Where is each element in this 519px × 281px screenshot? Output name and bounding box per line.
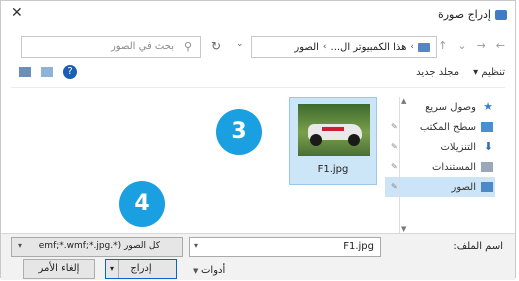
cancel-button[interactable]: إلغاء الأمر — [23, 259, 95, 279]
dialog-footer: اسم الملف: F1.jpg ▾ كل الصور (*.emf;*.wm… — [1, 233, 515, 280]
help-icon[interactable]: ? — [63, 65, 77, 79]
sidebar-item-label: الصور — [451, 181, 477, 193]
tools-dropdown-icon[interactable]: ▼ — [193, 267, 198, 275]
search-icon: ⚲ — [183, 40, 192, 53]
file-type-select[interactable]: كل الصور (*.emf;*.wmf;*.jpg ▾ — [11, 237, 183, 257]
step-badge-4: 4 — [119, 181, 165, 227]
sidebar-item-label: التنزيلات — [440, 141, 476, 153]
preview-pane-icon[interactable] — [41, 67, 53, 77]
breadcrumb-pictures[interactable]: الصور — [294, 42, 319, 53]
organize-button[interactable]: تنظيم ▾ — [473, 67, 505, 78]
file-name: F1.jpg — [317, 164, 349, 175]
sidebar-item-label: وصول سريع — [425, 101, 476, 113]
breadcrumb-this-pc[interactable]: هذا الكمبيوتر ال... — [331, 42, 407, 53]
filename-label: اسم الملف: — [453, 241, 503, 252]
sidebar-item-label: المستندات — [431, 161, 476, 173]
change-view-icon[interactable] — [19, 67, 31, 77]
file-type-value: كل الصور (*.emf;*.wmf;*.jpg — [38, 241, 160, 251]
step-badge-3: 3 — [216, 109, 262, 155]
scroll-up-icon[interactable]: ▲ — [401, 97, 406, 105]
race-car-image — [298, 104, 370, 156]
scroll-down-icon[interactable]: ▼ — [401, 225, 406, 233]
back-icon[interactable]: ← — [496, 39, 505, 52]
documents-icon — [481, 162, 493, 172]
forward-icon[interactable]: → — [477, 39, 486, 52]
app-icon — [495, 10, 507, 20]
pictures-icon — [481, 182, 493, 192]
tools-menu[interactable]: أدوات — [201, 265, 225, 276]
command-toolbar: تنظيم ▾ مجلد جديد ? — [11, 63, 505, 88]
download-icon: ⬇ — [483, 140, 493, 153]
new-folder-button[interactable]: مجلد جديد — [416, 67, 459, 78]
file-list: F1.jpg — [11, 97, 397, 233]
dialog-title: إدراج صورة — [437, 8, 491, 21]
title-bar: إدراج صورة ✕ — [1, 1, 515, 29]
insert-split-arrow-icon[interactable]: ▾ — [106, 260, 119, 278]
file-type-dropdown-icon[interactable]: ▾ — [18, 241, 22, 250]
recent-dropdown-icon[interactable]: ⌄ — [457, 39, 466, 52]
insert-picture-dialog: إدراج صورة ✕ بحث في الصور ⚲ ↻ ⌄ › هذا ال… — [0, 0, 516, 280]
insert-button[interactable]: ▾ إدراج — [105, 259, 177, 279]
search-placeholder: بحث في الصور — [110, 41, 174, 52]
filename-dropdown-icon[interactable]: ▾ — [194, 241, 198, 250]
sidebar-item-label: سطح المكتب — [419, 121, 476, 133]
file-item[interactable]: F1.jpg — [289, 97, 377, 185]
sidebar-scrollbar[interactable]: ▲ ▼ — [399, 97, 409, 233]
star-icon: ★ — [483, 100, 493, 113]
address-bar[interactable]: › هذا الكمبيوتر ال... › الصور — [251, 36, 437, 58]
insert-label: إدراج — [130, 263, 152, 274]
nav-arrows: ← → ⌄ ↑ — [438, 39, 505, 52]
up-icon[interactable]: ↑ — [438, 39, 447, 52]
filename-field[interactable]: F1.jpg ▾ — [189, 237, 381, 257]
filename-value: F1.jpg — [343, 241, 374, 252]
folder-icon — [418, 42, 430, 52]
navigation-bar: بحث في الصور ⚲ ↻ ⌄ › هذا الكمبيوتر ال...… — [11, 33, 505, 61]
desktop-icon — [481, 122, 493, 132]
refresh-icon[interactable]: ↻ — [211, 39, 221, 53]
address-dropdown-icon[interactable]: ⌄ — [236, 39, 244, 49]
search-input[interactable]: بحث في الصور ⚲ — [21, 36, 201, 58]
close-icon[interactable]: ✕ — [11, 5, 23, 21]
